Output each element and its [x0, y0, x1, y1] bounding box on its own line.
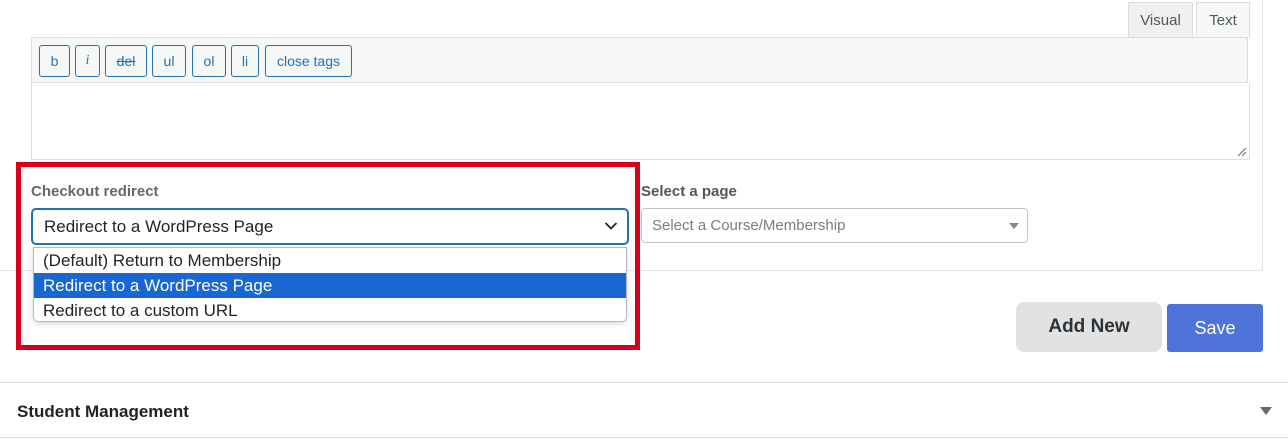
quicktag-del-button[interactable]: del	[105, 45, 147, 77]
checkout-redirect-options: (Default) Return to Membership Redirect …	[33, 247, 627, 322]
section-title: Student Management	[17, 402, 189, 421]
quicktag-italic-button[interactable]: i	[75, 45, 100, 77]
tab-text[interactable]: Text	[1196, 2, 1250, 37]
tab-visual[interactable]: Visual	[1128, 2, 1193, 37]
quicktag-bold-button[interactable]: b	[39, 45, 70, 77]
quicktag-close-tags-button[interactable]: close tags	[265, 45, 352, 77]
quicktag-ul-button[interactable]: ul	[152, 45, 186, 77]
quicktag-ol-button[interactable]: ol	[192, 45, 226, 77]
resize-grip-icon[interactable]	[1237, 147, 1247, 157]
chevron-down-icon	[604, 222, 618, 230]
membership-settings-panel: Visual Text b i del ul ol li close tags …	[0, 0, 1263, 322]
checkout-redirect-selected-value: Redirect to a WordPress Page	[44, 216, 274, 236]
quicktag-li-button[interactable]: li	[231, 45, 259, 77]
quicktags-toolbar: b i del ul ol li close tags	[31, 37, 1248, 83]
expand-caret-icon[interactable]	[1260, 407, 1272, 415]
caret-down-icon	[1009, 223, 1019, 229]
page-select[interactable]: Select a Course/Membership	[641, 208, 1028, 243]
checkout-redirect-select[interactable]: Redirect to a WordPress Page	[31, 208, 629, 245]
content-textarea[interactable]	[31, 83, 1250, 160]
select-page-label: Select a page	[641, 183, 737, 200]
save-button[interactable]: Save	[1167, 304, 1263, 352]
add-new-button[interactable]: Add New	[1016, 302, 1162, 352]
section-student-management[interactable]: Student Management	[0, 382, 1288, 438]
option-custom-url[interactable]: Redirect to a custom URL	[34, 298, 626, 323]
checkout-redirect-label: Checkout redirect	[31, 183, 159, 200]
option-default-return[interactable]: (Default) Return to Membership	[34, 248, 626, 273]
page-select-placeholder: Select a Course/Membership	[652, 217, 846, 234]
option-wordpress-page[interactable]: Redirect to a WordPress Page	[34, 273, 626, 298]
